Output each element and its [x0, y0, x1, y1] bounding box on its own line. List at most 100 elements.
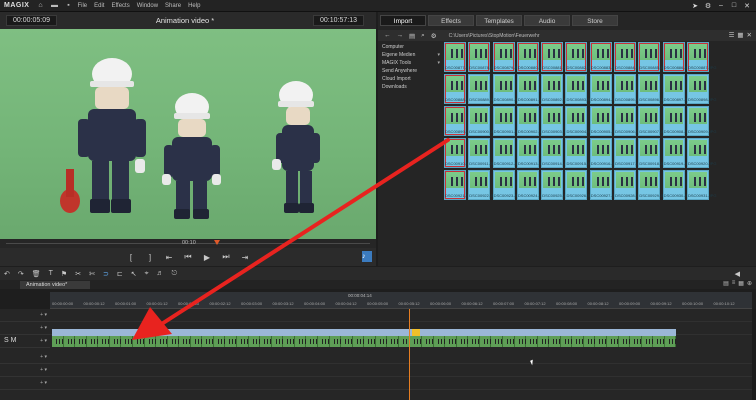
timeline-clip[interactable] — [445, 336, 457, 347]
range-icon[interactable]: ⌖ — [145, 270, 149, 278]
thumbnail-item[interactable]: DSC00883.JPG — [589, 42, 619, 72]
thumbnail-item[interactable]: DSC00923.JPG — [492, 170, 522, 200]
thumbnail-item[interactable]: DSC00931.JPG — [686, 170, 716, 200]
thumbnail-item[interactable]: DSC00925.JPG — [541, 170, 571, 200]
timecode-current[interactable]: 00:00:05:09 — [6, 15, 57, 26]
track-header-2[interactable]: + ▾ — [0, 322, 50, 335]
list-view-icon[interactable]: ☰ — [729, 31, 735, 39]
timeline-clip[interactable] — [595, 336, 607, 347]
minimize-icon[interactable]: – — [716, 1, 726, 10]
folder-downloads[interactable]: Downloads — [382, 83, 442, 91]
timeline-clip[interactable] — [156, 336, 168, 347]
thumbnail-item[interactable]: DSC00893.JPG — [565, 74, 595, 104]
thumbnail-item[interactable]: DSC00906.JPG — [614, 106, 644, 136]
thumbnail-item[interactable]: DSC00920.JPG — [686, 138, 716, 168]
thumbnail-item[interactable]: DSC00930.JPG — [662, 170, 692, 200]
timeline-clip[interactable] — [549, 336, 561, 347]
thumbnail-item[interactable]: DSC00927.JPG — [589, 170, 619, 200]
video-preview[interactable] — [0, 29, 376, 239]
thumbnail-item[interactable]: DSC00910.JPG — [444, 138, 473, 168]
folder-send-anywhere[interactable]: Send Anywhere — [382, 67, 442, 75]
preview-scrubber[interactable]: 00:10 — [0, 239, 376, 248]
timeline-clip[interactable] — [572, 336, 584, 347]
track-controls[interactable]: + ▾ — [40, 354, 47, 360]
track-controls[interactable]: + ▾ — [40, 338, 47, 344]
timeline-clip[interactable] — [526, 336, 538, 347]
thumbnail-item[interactable]: DSC00907.JPG — [638, 106, 668, 136]
thumbnail-item[interactable]: DSC00902.JPG — [516, 106, 546, 136]
group-icon[interactable]: ⊏ — [117, 270, 123, 278]
timeline-clip[interactable] — [468, 336, 480, 347]
thumbnail-item[interactable]: DSC00886.JPG — [662, 42, 692, 72]
thumbnail-item[interactable]: DSC00879.JPG — [492, 42, 522, 72]
thumbnail-item[interactable]: DSC00877.JPG — [444, 42, 473, 72]
home-icon[interactable]: ⌂ — [35, 2, 45, 10]
timeline-clip[interactable] — [433, 336, 446, 347]
timeline-clip[interactable] — [514, 336, 527, 347]
thumbnail-item[interactable]: DSC00928.JPG — [614, 170, 644, 200]
grid-view-icon[interactable]: ▦ — [737, 31, 743, 39]
audio-scrub-icon[interactable]: ♪ — [362, 251, 372, 262]
timeline-clip[interactable] — [375, 336, 388, 347]
volume-icon[interactable]: ◀ — [735, 270, 740, 278]
thumbnail-item[interactable]: DSC00911.JPG — [468, 138, 497, 168]
mouse-mode-icon[interactable]: ↖ — [131, 270, 137, 278]
thumbnail-item[interactable]: DSC00915.JPG — [565, 138, 595, 168]
timeline-clip[interactable] — [317, 336, 330, 347]
timeline-clip[interactable] — [607, 336, 619, 347]
prev-frame-icon[interactable]: ⏮ — [183, 252, 193, 262]
timeline-clip[interactable] — [410, 336, 422, 347]
track-lane[interactable] — [50, 351, 752, 364]
thumbnail-item[interactable]: DSC00878.JPG — [468, 42, 498, 72]
delete-icon[interactable]: 🗑 — [32, 270, 41, 278]
tab-import[interactable]: Import — [380, 15, 426, 26]
timeline-clip[interactable] — [213, 336, 226, 347]
thumbnail-item[interactable]: DSC00888.JPG — [444, 74, 473, 104]
timeline-clip[interactable] — [248, 336, 261, 347]
folder-magix-tools[interactable]: MAGIX Tools ▾ — [382, 59, 442, 67]
folder-eigene-medien[interactable]: Eigene Medien ▾ — [382, 51, 442, 59]
go-end-icon[interactable]: ⇥ — [240, 253, 250, 262]
timeline-playhead[interactable] — [409, 309, 410, 400]
tab-audio[interactable]: Audio — [524, 15, 570, 26]
menu-window[interactable]: Window — [137, 3, 158, 9]
timeline-ruler[interactable]: 00:00:04:14 00:00:00:00 00:00:00:12 00:00:… — [50, 292, 752, 309]
timeline-clip[interactable] — [144, 336, 157, 347]
track-header-video[interactable]: S M + ▾ — [0, 335, 50, 348]
tab-templates[interactable]: Templates — [476, 15, 522, 26]
track-controls[interactable]: + ▾ — [40, 380, 47, 386]
timeline-clip[interactable] — [341, 336, 353, 347]
timeline-tracks[interactable] — [50, 309, 752, 400]
thumbnail-item[interactable]: DSC00924.JPG — [516, 170, 546, 200]
timeline-clip[interactable] — [271, 336, 284, 347]
track-controls[interactable]: + ▾ — [40, 325, 47, 331]
thumbnail-item[interactable]: DSC00929.JPG — [638, 170, 668, 200]
tab-animation-video[interactable]: Animation video* — [20, 281, 90, 289]
thumbnail-item[interactable]: DSC00881.JPG — [541, 42, 571, 72]
thumbnail-item[interactable]: DSC00916.JPG — [589, 138, 619, 168]
search-icon[interactable]: ⌕ — [421, 32, 425, 40]
maximize-icon[interactable]: □ — [729, 1, 739, 10]
forward-icon[interactable]: → — [397, 32, 404, 39]
thumbnail-item[interactable]: DSC00912.JPG — [492, 138, 522, 168]
timeline-clip[interactable] — [537, 336, 550, 347]
timeline-clip[interactable] — [479, 336, 492, 347]
menu-help[interactable]: Help — [188, 3, 200, 9]
thumbnail-item[interactable]: DSC00892.JPG — [541, 74, 571, 104]
thumbnail-item[interactable]: DSC00880.JPG — [516, 42, 546, 72]
folder-cloud-import[interactable]: Cloud Import — [382, 75, 442, 83]
thumbnail-item[interactable]: DSC00889.JPG — [468, 74, 498, 104]
thumbnail-item[interactable]: DSC00913.JPG — [516, 138, 546, 168]
timeline-clip[interactable] — [502, 336, 515, 347]
thumbnail-item[interactable]: DSC00905.JPG — [589, 106, 619, 136]
menu-edit[interactable]: Edit — [94, 3, 104, 9]
timeline-clip[interactable] — [52, 336, 64, 347]
timeline-clip[interactable] — [190, 336, 203, 347]
thumbnail-item[interactable]: DSC00882.JPG — [565, 42, 595, 72]
thumbnail-item[interactable]: DSC00895.JPG — [614, 74, 644, 104]
timeline-clip[interactable] — [179, 336, 191, 347]
timeline-clip[interactable] — [86, 336, 99, 347]
text-icon[interactable]: T — [49, 270, 53, 277]
track-lane[interactable] — [50, 364, 752, 377]
track-header-5[interactable]: + ▾ — [0, 364, 50, 377]
